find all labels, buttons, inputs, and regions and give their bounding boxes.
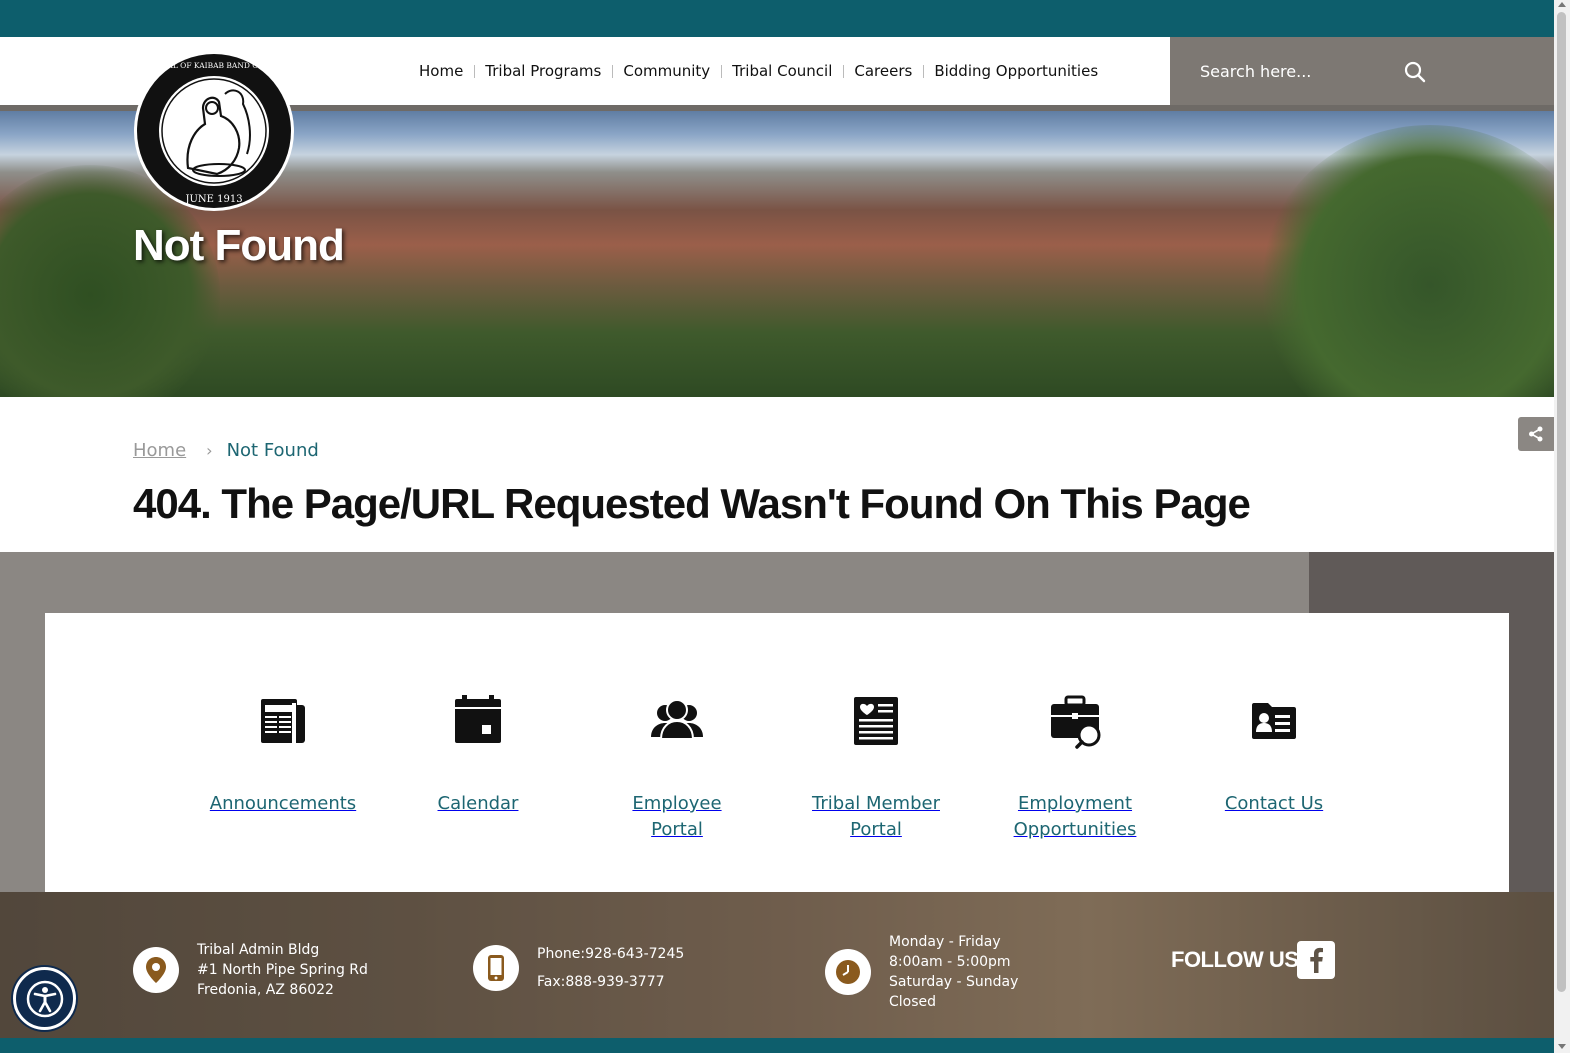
hero-tree-right bbox=[1260, 125, 1554, 397]
nav-home[interactable]: Home bbox=[408, 62, 474, 80]
share-button[interactable] bbox=[1518, 417, 1554, 451]
quick-link-contact-us[interactable]: Contact Us bbox=[1174, 693, 1374, 817]
share-icon bbox=[1529, 426, 1543, 442]
main-nav: Home Tribal Programs Community Tribal Co… bbox=[408, 37, 1109, 105]
quick-link-label: Employment Opportunities bbox=[1013, 793, 1137, 840]
search-box bbox=[1170, 37, 1554, 105]
footer-phone-text: Phone:928-643-7245 Fax:888-939-3777 bbox=[537, 940, 684, 996]
scroll-up-arrow-icon[interactable] bbox=[1558, 2, 1566, 7]
quick-link-label: Contact Us bbox=[1224, 793, 1324, 814]
briefcase-search-icon bbox=[1051, 695, 1101, 749]
member-list-icon bbox=[854, 697, 898, 745]
nav-careers[interactable]: Careers bbox=[843, 62, 923, 80]
quick-links-card: Announcements Calendar Employee Portal Tr… bbox=[45, 613, 1509, 892]
calendar-icon bbox=[455, 695, 501, 743]
breadcrumb-current: Not Found bbox=[226, 440, 319, 461]
newspaper-icon bbox=[261, 699, 305, 743]
quick-link-employment-opportunities[interactable]: Employment Opportunities bbox=[975, 693, 1175, 843]
bottom-bar bbox=[0, 1038, 1570, 1053]
search-icon[interactable] bbox=[1404, 61, 1426, 83]
footer-address-text: Tribal Admin Bldg #1 North Pipe Spring R… bbox=[197, 942, 368, 998]
search-input[interactable] bbox=[1200, 61, 1400, 81]
users-icon bbox=[651, 699, 703, 740]
nav-community[interactable]: Community bbox=[612, 62, 721, 80]
quick-link-label: Announcements bbox=[209, 793, 357, 814]
breadcrumb-home[interactable]: Home bbox=[133, 440, 186, 461]
nav-tribal-programs[interactable]: Tribal Programs bbox=[474, 62, 612, 80]
footer-phone: Phone:928-643-7245 Fax:888-939-3777 bbox=[473, 940, 684, 996]
page-scrollbar[interactable] bbox=[1554, 0, 1570, 1053]
quick-link-employee-portal[interactable]: Employee Portal bbox=[577, 693, 777, 843]
follow-us-label: FOLLOW US bbox=[1171, 947, 1299, 972]
quick-link-calendar[interactable]: Calendar bbox=[378, 693, 578, 817]
footer-hours: Monday - Friday 8:00am - 5:00pm Saturday… bbox=[825, 932, 1018, 1012]
tribal-seal-logo[interactable]: JUNE 1913 GREAT SEAL OF KAIBAB BAND OF P… bbox=[127, 50, 301, 212]
nav-bidding-opportunities[interactable]: Bidding Opportunities bbox=[923, 62, 1109, 80]
page-title: 404. The Page/URL Requested Wasn't Found… bbox=[133, 480, 1251, 527]
top-bar bbox=[0, 0, 1570, 37]
site-footer: Tribal Admin Bldg #1 North Pipe Spring R… bbox=[0, 892, 1554, 1038]
quick-link-label: Tribal Member Portal bbox=[812, 793, 940, 840]
contact-card-icon bbox=[1252, 703, 1296, 739]
scroll-thumb[interactable] bbox=[1557, 12, 1566, 992]
breadcrumb: Home › Not Found bbox=[133, 440, 319, 461]
quick-link-announcements[interactable]: Announcements bbox=[183, 693, 383, 817]
hero-title: Not Found bbox=[133, 221, 345, 270]
facebook-icon[interactable] bbox=[1297, 941, 1335, 979]
seal-ring-text: GREAT SEAL OF KAIBAB BAND OF PAIUTES bbox=[133, 61, 295, 70]
chevron-right-icon: › bbox=[206, 441, 213, 460]
nav-tribal-council[interactable]: Tribal Council bbox=[721, 62, 843, 80]
mobile-phone-icon bbox=[473, 945, 519, 991]
quick-link-label: Employee Portal bbox=[632, 793, 722, 840]
quick-link-tribal-member-portal[interactable]: Tribal Member Portal bbox=[776, 693, 976, 843]
quick-link-label: Calendar bbox=[437, 793, 519, 814]
map-pin-icon bbox=[133, 947, 179, 993]
accessibility-icon bbox=[26, 980, 63, 1017]
phone-number[interactable]: Phone:928-643-7245 bbox=[537, 940, 684, 968]
scroll-down-arrow-icon[interactable] bbox=[1558, 1044, 1566, 1049]
accessibility-button[interactable] bbox=[13, 967, 76, 1030]
seal-date-text: JUNE 1913 bbox=[184, 194, 242, 205]
footer-address: Tribal Admin Bldg #1 North Pipe Spring R… bbox=[133, 940, 368, 1000]
fax-number: Fax:888-939-3777 bbox=[537, 974, 665, 990]
clock-icon bbox=[825, 949, 871, 995]
footer-hours-text: Monday - Friday 8:00am - 5:00pm Saturday… bbox=[889, 934, 1019, 1010]
